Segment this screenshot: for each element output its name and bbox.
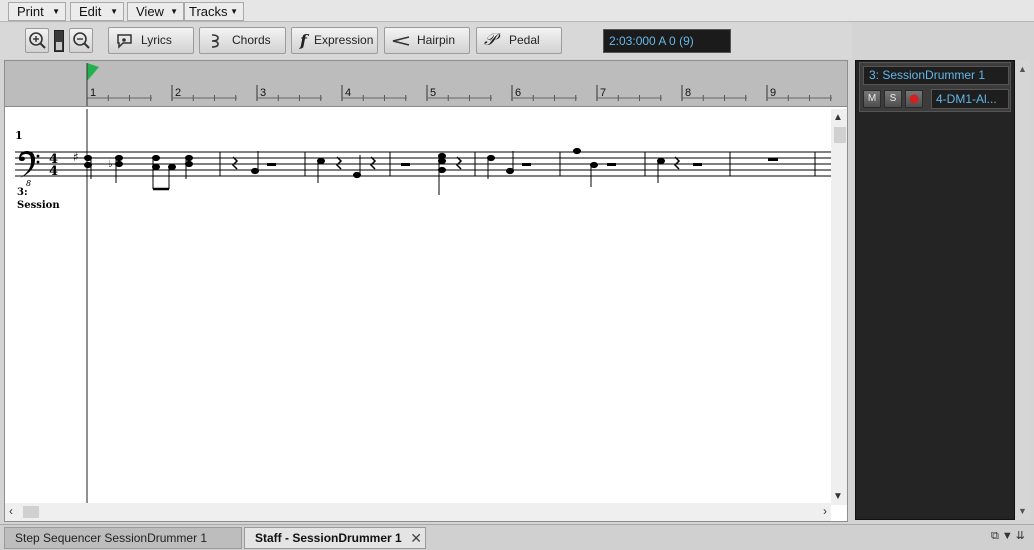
time-display: 2:03:000 A 0 (9) xyxy=(603,29,731,53)
ruler-measure-label: 9 xyxy=(770,87,776,99)
time-signature-bottom: 4 xyxy=(49,164,58,179)
score-canvas[interactable]: 1 8 4 4 ♯ ♭ 3: Session xyxy=(5,109,831,505)
ruler-measure-label: 8 xyxy=(685,87,691,99)
record-icon xyxy=(909,94,919,104)
collapse-icon[interactable]: ⇊ xyxy=(1016,530,1028,542)
expression-button[interactable]: f Expression xyxy=(291,27,378,54)
chevron-down-icon: ▼ xyxy=(230,7,238,16)
chevron-down-icon: ▼ xyxy=(170,7,178,16)
horizontal-scrollbar[interactable]: ‹ › xyxy=(5,503,831,521)
scroll-down-icon[interactable]: ▼ xyxy=(1018,506,1027,516)
ruler-measure-label: 7 xyxy=(600,87,606,99)
lyrics-icon xyxy=(117,34,132,49)
mute-button[interactable]: M xyxy=(863,90,881,108)
menu-view[interactable]: View ▼ xyxy=(127,2,184,21)
lyrics-button[interactable]: Lyrics xyxy=(108,27,194,54)
ruler-measure-label: 3 xyxy=(260,87,266,99)
pedal-button[interactable]: 𝒫 Pedal xyxy=(476,27,562,54)
zoom-out-icon xyxy=(73,32,90,49)
lyrics-label: Lyrics xyxy=(141,33,172,47)
tab-staff-label: Staff - SessionDrummer 1 xyxy=(255,531,402,545)
menu-print-label: Print xyxy=(17,4,44,19)
hairpin-label: Hairpin xyxy=(417,33,456,47)
scroll-right-icon[interactable]: › xyxy=(823,504,827,518)
notes: ♭ xyxy=(84,147,778,195)
horizontal-scroll-thumb[interactable] xyxy=(23,506,39,518)
pedal-icon: 𝒫 xyxy=(484,30,497,50)
chevron-down-icon: ▼ xyxy=(52,7,60,16)
scroll-down-icon[interactable]: ▼ xyxy=(833,491,843,502)
menu-tracks-label: Tracks xyxy=(189,4,228,19)
menu-tracks[interactable]: Tracks ▼ xyxy=(184,2,244,21)
output-port-select[interactable]: 4-DM1-Al... xyxy=(931,89,1009,109)
tab-step-sequencer[interactable]: Step Sequencer SessionDrummer 1 xyxy=(4,527,242,549)
menu-edit-label: Edit xyxy=(79,4,102,19)
ruler-measure-label: 6 xyxy=(515,87,521,99)
record-arm-button[interactable] xyxy=(905,90,923,108)
tab-step-sequencer-label: Step Sequencer SessionDrummer 1 xyxy=(15,531,208,545)
svg-text:♭: ♭ xyxy=(108,159,113,170)
ruler-measure-label: 4 xyxy=(345,87,351,99)
scroll-up-icon[interactable]: ▲ xyxy=(1018,64,1027,74)
scroll-left-icon[interactable]: ‹ xyxy=(9,504,13,518)
undock-icon[interactable]: ⧉ xyxy=(991,530,1002,542)
close-icon[interactable]: ✕ xyxy=(410,528,422,548)
system-number: 1 xyxy=(15,129,23,142)
ruler-measure-label: 2 xyxy=(175,87,181,99)
menu-view-label: View xyxy=(136,4,164,19)
staff-label-name: Session xyxy=(17,200,60,211)
staff-lines xyxy=(15,151,831,177)
zoom-in-button[interactable] xyxy=(25,28,49,53)
track-panel-scrollbar[interactable]: ▲ ▼ xyxy=(1016,60,1030,520)
menu-bar: Print ▼ Edit ▼ View ▼ Tracks ▼ xyxy=(0,0,1034,22)
zoom-slider[interactable] xyxy=(54,30,64,52)
track-strip[interactable]: 3: SessionDrummer 1 M S 4-DM1-Al... xyxy=(859,62,1011,112)
ruler-measure-label: 5 xyxy=(430,87,436,99)
vertical-scroll-thumb[interactable] xyxy=(834,127,846,143)
toolbar: Lyrics Chords f Expression Hairpin 𝒫 Ped… xyxy=(0,23,852,59)
tab-staff[interactable]: Staff - SessionDrummer 1 ✕ xyxy=(244,527,426,549)
tab-tools: ⧉▼⇊ xyxy=(991,529,1028,543)
chevron-down-icon: ▼ xyxy=(110,7,118,16)
chords-label: Chords xyxy=(232,33,271,47)
staff-pane: 1 2 3 4 5 6 7 8 9 1 8 4 4 ♯ ♭ 3: Session ▲ ▼ ‹ › xyxy=(4,60,848,522)
zoom-in-icon xyxy=(29,32,46,49)
pedal-label: Pedal xyxy=(509,33,540,47)
chords-icon xyxy=(211,34,219,48)
zoom-out-button[interactable] xyxy=(69,28,93,53)
track-name[interactable]: 3: SessionDrummer 1 xyxy=(863,66,1009,85)
sharp-icon: ♯ xyxy=(73,150,79,164)
chevron-down-icon[interactable]: ▼ xyxy=(1002,530,1016,542)
menu-edit[interactable]: Edit ▼ xyxy=(70,2,124,21)
tab-bar: Step Sequencer SessionDrummer 1 Staff - … xyxy=(0,524,1034,550)
staff-label-number: 3: xyxy=(17,187,28,198)
vertical-scrollbar[interactable]: ▲ ▼ xyxy=(831,109,847,505)
playhead-flag-icon[interactable] xyxy=(87,63,99,81)
timeline-ruler[interactable]: 1 2 3 4 5 6 7 8 9 xyxy=(5,61,847,107)
chords-button[interactable]: Chords xyxy=(199,27,286,54)
hairpin-button[interactable]: Hairpin xyxy=(384,27,470,54)
hairpin-icon xyxy=(392,36,410,46)
menu-print[interactable]: Print ▼ xyxy=(8,2,66,21)
expression-label: Expression xyxy=(314,33,374,47)
ruler-measure-label: 1 xyxy=(90,87,96,99)
solo-button[interactable]: S xyxy=(884,90,902,108)
scroll-up-icon[interactable]: ▲ xyxy=(833,112,843,123)
track-panel: 3: SessionDrummer 1 M S 4-DM1-Al... xyxy=(855,60,1015,520)
